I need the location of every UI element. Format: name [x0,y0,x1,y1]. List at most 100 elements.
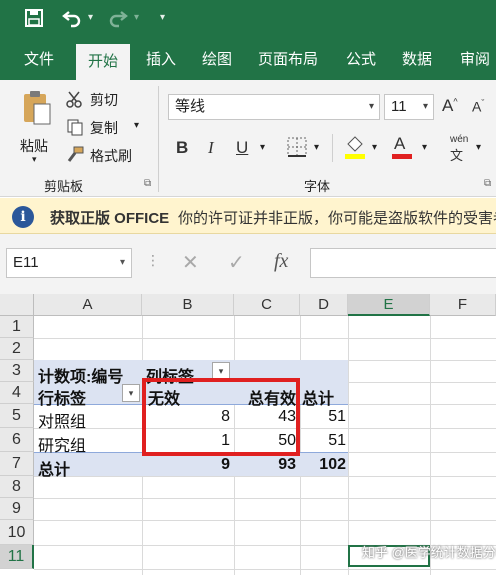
paste-button[interactable]: 粘贴 ▾ [14,88,58,166]
decrease-font-size-button[interactable]: Aˇ [472,98,484,115]
save-icon[interactable] [24,8,44,33]
clipboard-launcher-icon[interactable]: ⧉ [144,178,151,189]
select-all-button[interactable] [0,294,34,316]
copy-button[interactable]: 复制 [90,118,118,138]
customize-qat-icon[interactable]: ▾ [160,12,165,23]
undo-dropdown-icon[interactable]: ▾ [88,12,93,23]
row-header-9[interactable]: 9 [0,498,34,520]
ribbon-separator [158,86,159,192]
info-icon: i [12,206,34,228]
header-grand-total[interactable]: 总计 [302,385,334,409]
font-name-value: 等线 [175,98,206,115]
column-header-c[interactable]: C [234,294,300,316]
quick-access-toolbar: ▾ ▾ ▾ [0,0,496,40]
column-header-f[interactable]: F [430,294,496,316]
row-header-2[interactable]: 2 [0,338,34,360]
tab-home[interactable]: 开始 [76,44,131,80]
license-warning-bar: i 获取正版 OFFICE 你的许可证并非正版，你可能是盗版软件的受害者 [0,198,496,234]
gridline [348,316,349,575]
clipboard-group-label: 剪贴板 [44,179,84,194]
row-label-control[interactable]: 对照组 [38,408,86,432]
tab-draw[interactable]: 绘图 [198,40,236,80]
formula-bar: E11 ▾ ⋮ ✕ ✓ fx [0,234,496,294]
borders-dropdown-icon[interactable]: ▾ [314,142,319,153]
borders-icon[interactable] [286,136,308,163]
pivot-count-label[interactable]: 计数项:编号 [38,363,123,387]
redo-dropdown-icon: ▾ [134,12,140,23]
column-header-b[interactable]: B [142,294,234,316]
font-group-label: 字体 [304,179,331,194]
bold-button[interactable]: B [176,138,188,158]
column-header-d[interactable]: D [300,294,348,316]
paste-label: 粘贴 [20,138,48,154]
cancel-icon: ✕ [182,252,199,274]
row-header-11[interactable]: 11 [0,545,34,569]
row-filter-dropdown[interactable]: ▾ [122,384,140,402]
fill-color-icon[interactable] [344,134,366,165]
column-header-a[interactable]: A [34,294,142,316]
format-painter-icon [66,146,84,169]
font-color-dropdown-icon[interactable]: ▾ [422,142,427,153]
format-painter-button[interactable]: 格式刷 [90,146,132,166]
pivot-row-labels[interactable]: 行标签 [38,385,86,409]
gridline [34,338,496,339]
total-cell[interactable]: 9 [146,456,230,474]
paste-icon [22,90,52,131]
value-cell[interactable]: 51 [302,432,346,450]
gridline [34,520,496,521]
name-box[interactable]: E11 ▾ [6,248,132,278]
total-cell[interactable]: 102 [302,456,346,474]
phonetic-guide-button[interactable]: wén 文 [450,134,468,164]
formula-input[interactable] [310,248,496,278]
phonetic-icon: 文 [450,148,464,163]
row-label-study[interactable]: 研究组 [38,432,86,456]
fill-color-dropdown-icon[interactable]: ▾ [372,142,377,153]
ribbon-tabs: 文件 开始 插入 绘图 页面布局 公式 数据 审阅 [0,40,496,80]
italic-button[interactable]: I [208,138,214,158]
cut-button[interactable]: 剪切 [90,90,118,110]
tab-insert[interactable]: 插入 [142,40,180,80]
font-name-combo[interactable]: 等线 ▾ [168,94,380,120]
column-header-e[interactable]: E [348,294,430,316]
underline-dropdown-icon[interactable]: ▾ [260,142,265,153]
phonetic-dropdown-icon[interactable]: ▾ [476,142,481,153]
row-label-total[interactable]: 总计 [38,456,70,480]
paste-dropdown-icon[interactable]: ▾ [32,154,37,165]
ribbon-separator [332,134,333,162]
value-cell[interactable]: 51 [302,408,346,426]
name-box-value: E11 [13,254,39,271]
gridline [34,476,496,477]
chevron-down-icon: ▾ [368,101,374,112]
tab-file[interactable]: 文件 [20,40,58,80]
gridline [300,316,301,575]
tab-data[interactable]: 数据 [398,40,436,80]
row-header-8[interactable]: 8 [0,476,34,498]
underline-button[interactable]: U [236,138,248,158]
total-cell[interactable]: 93 [236,456,296,474]
enter-icon: ✓ [228,252,245,274]
increase-font-size-button[interactable]: A^ [442,96,458,116]
undo-icon[interactable] [62,8,82,33]
tab-page-layout[interactable]: 页面布局 [254,40,322,80]
redo-icon [108,8,128,33]
font-size-combo[interactable]: 11 ▾ [384,94,434,120]
font-launcher-icon[interactable]: ⧉ [484,178,491,189]
chevron-down-icon: ▾ [128,388,134,398]
row-header-4[interactable]: 4 [0,382,34,404]
font-color-icon[interactable]: A [392,134,412,159]
row-header-10[interactable]: 10 [0,520,34,545]
insert-function-button[interactable]: fx [274,250,288,273]
tab-formulas[interactable]: 公式 [342,40,380,80]
copy-icon [66,118,84,141]
copy-dropdown-icon[interactable]: ▾ [134,120,139,131]
license-warning-title: 获取正版 OFFICE [50,210,170,227]
font-size-value: 11 [391,98,407,115]
grip-icon: ⋮ [146,252,160,268]
row-header-1[interactable]: 1 [0,316,34,338]
row-header-6[interactable]: 6 [0,428,34,452]
tab-review[interactable]: 审阅 [456,40,494,80]
row-header-3[interactable]: 3 [0,360,34,382]
row-header-7[interactable]: 7 [0,452,34,476]
row-header-5[interactable]: 5 [0,404,34,428]
gridline [430,316,431,575]
